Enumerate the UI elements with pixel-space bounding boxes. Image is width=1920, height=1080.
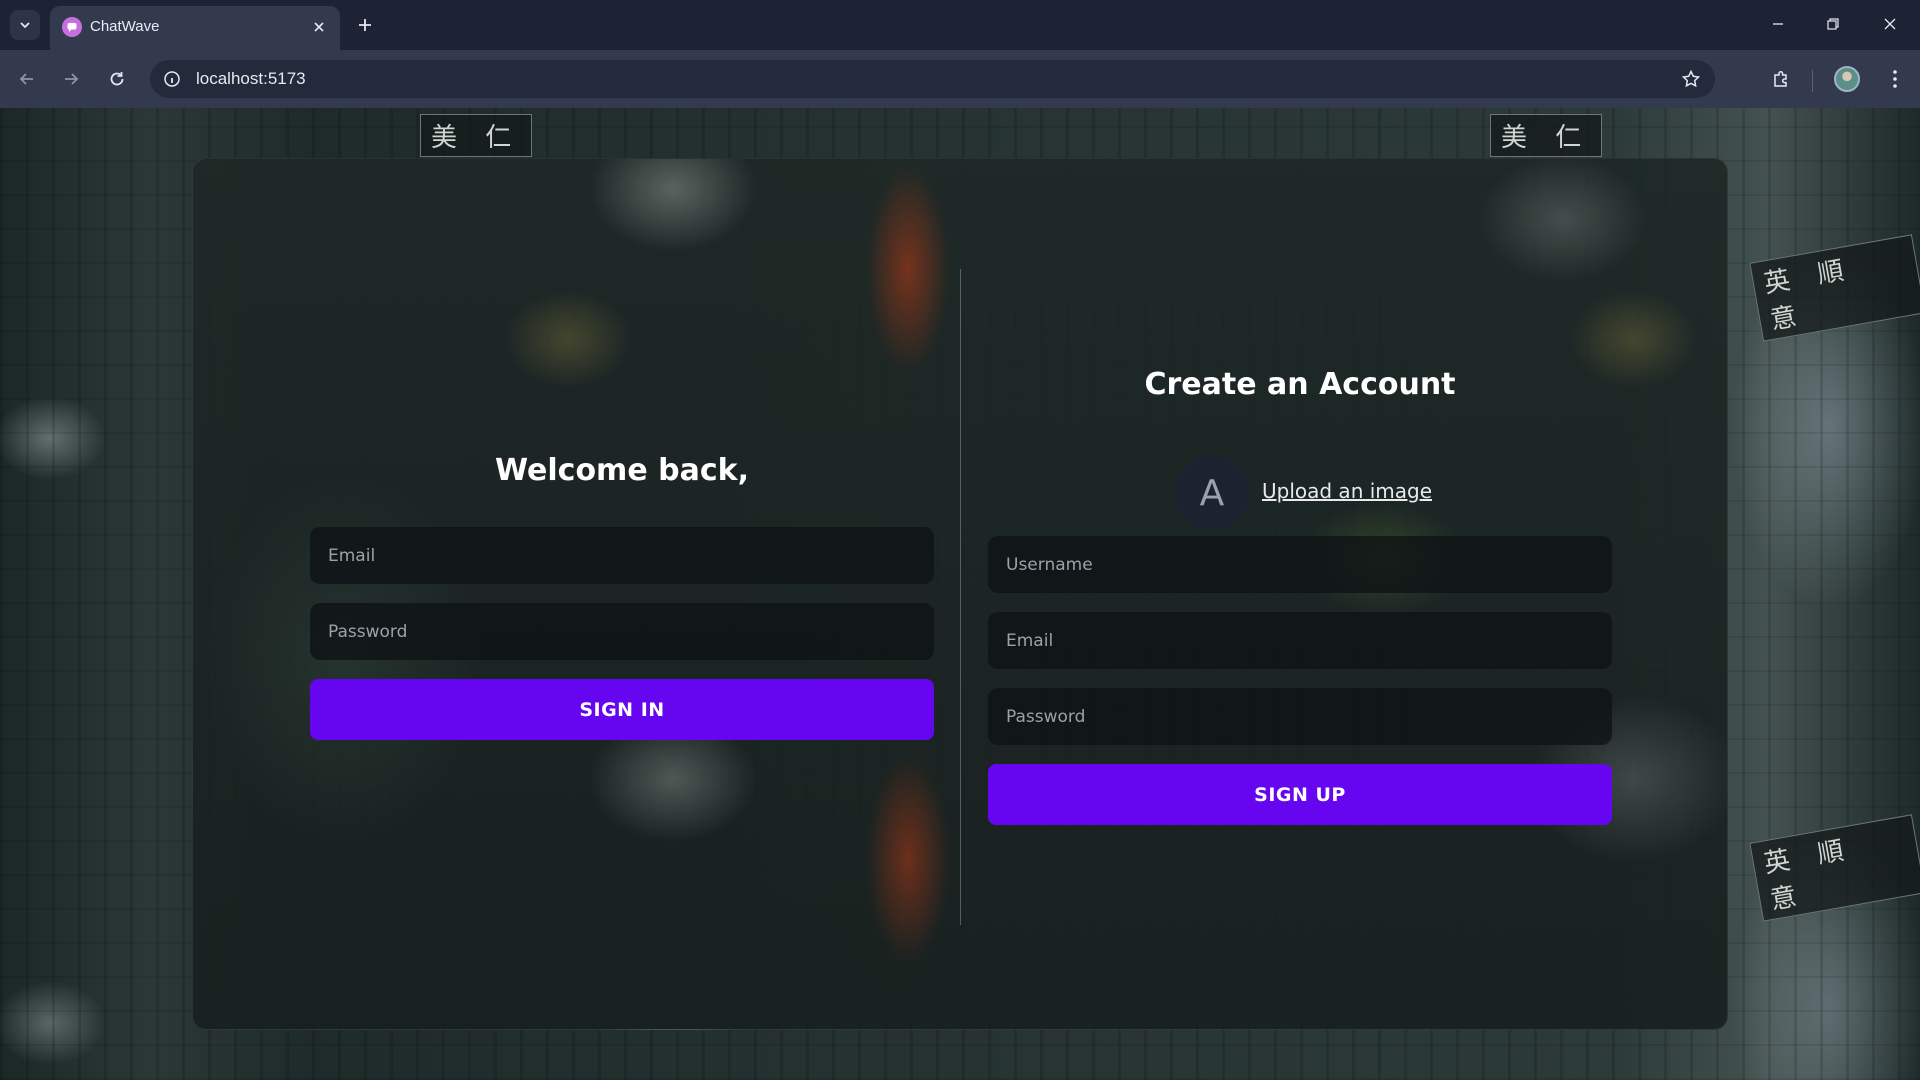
info-icon[interactable] — [160, 67, 184, 91]
back-arrow-icon — [19, 73, 33, 85]
login-email-input[interactable] — [310, 527, 934, 584]
chevron-down-icon — [20, 22, 30, 29]
upload-image-link[interactable]: Upload an image — [1262, 479, 1432, 503]
tab-title: ChatWave — [90, 18, 160, 35]
login-heading: Welcome back, — [495, 453, 749, 488]
auth-card: Welcome back, SIGN IN Create an Account … — [192, 158, 1728, 1030]
sign-in-button[interactable]: SIGN IN — [310, 679, 934, 740]
close-icon[interactable] — [310, 18, 328, 36]
extensions-button[interactable] — [1766, 64, 1796, 94]
forward-arrow-icon — [65, 73, 79, 85]
back-button[interactable] — [12, 64, 42, 94]
forward-button[interactable] — [56, 64, 86, 94]
address-bar[interactable]: localhost:5173 — [150, 60, 1715, 98]
new-tab-button[interactable] — [352, 12, 378, 38]
register-heading: Create an Account — [1144, 367, 1456, 402]
tab-list-button[interactable] — [10, 10, 40, 40]
avatar-placeholder[interactable]: A — [1175, 456, 1249, 530]
register-email-input[interactable] — [988, 612, 1612, 669]
plus-icon — [359, 19, 371, 31]
more-vert-icon — [1893, 70, 1897, 88]
background-sign: 美 仁 — [420, 114, 533, 157]
browser-tab[interactable]: ChatWave — [50, 6, 340, 50]
browser-toolbar: localhost:5173 — [0, 50, 1920, 108]
register-username-input[interactable] — [988, 536, 1612, 593]
register-password-input[interactable] — [988, 688, 1612, 745]
reload-icon — [110, 72, 124, 86]
extensions-icon — [1774, 70, 1787, 87]
profile-button[interactable] — [1832, 64, 1862, 94]
background-sign: 美 仁 — [1490, 114, 1603, 157]
minimize-icon — [1773, 23, 1783, 25]
restore-icon — [1827, 18, 1839, 30]
close-window-icon — [1884, 18, 1896, 30]
url-text[interactable]: localhost:5173 — [196, 69, 306, 89]
login-password-input[interactable] — [310, 603, 934, 660]
star-icon[interactable] — [1679, 67, 1703, 91]
browser-tab-bar: ChatWave — [0, 0, 1920, 50]
menu-button[interactable] — [1880, 64, 1910, 94]
profile-avatar — [1834, 66, 1860, 92]
chat-favicon — [62, 17, 82, 37]
page-viewport: 美 仁 美 仁 英 順 意 英 順 意 Welcome back, SIGN I… — [0, 108, 1920, 1080]
toolbar-separator — [1812, 70, 1813, 92]
reload-button[interactable] — [102, 64, 132, 94]
panel-divider — [960, 269, 961, 925]
minimize-button[interactable] — [1758, 10, 1798, 38]
close-window-button[interactable] — [1870, 10, 1910, 38]
restore-button[interactable] — [1813, 10, 1853, 38]
sign-up-button[interactable]: SIGN UP — [988, 764, 1612, 825]
